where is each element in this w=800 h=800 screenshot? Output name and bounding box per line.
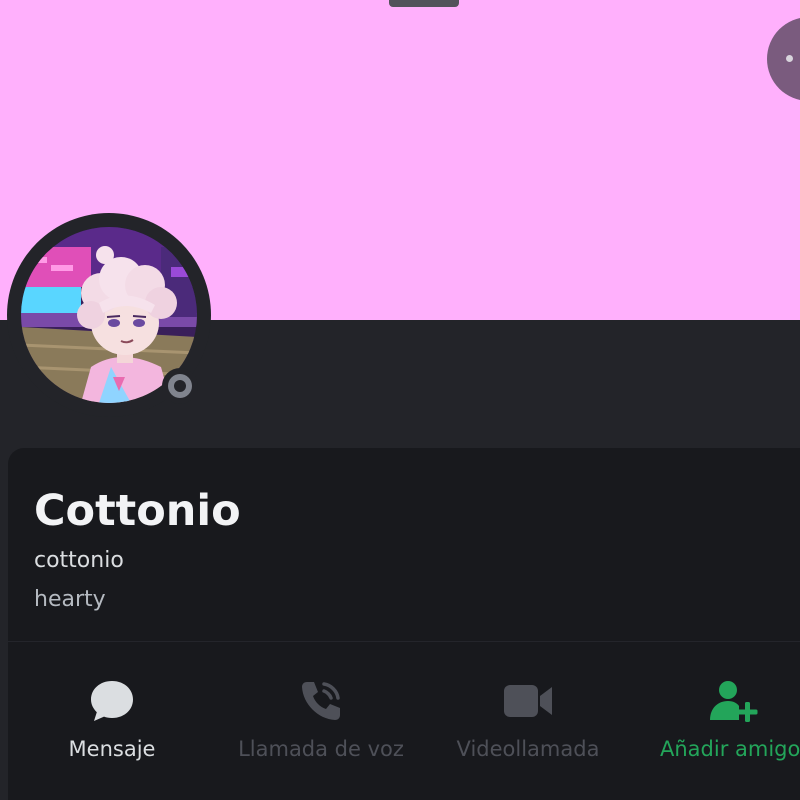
offline-status-icon bbox=[168, 374, 192, 398]
video-call-label: Videollamada bbox=[456, 737, 600, 761]
more-dots-icon bbox=[786, 55, 793, 62]
user-profile-sheet: Cottonio cottonio hearty Mensaje Llamada… bbox=[0, 0, 800, 800]
message-button[interactable]: Mensaje bbox=[40, 678, 184, 778]
voice-call-button[interactable]: Llamada de voz bbox=[222, 678, 420, 778]
sheet-drag-handle[interactable] bbox=[389, 0, 459, 7]
display-name: Cottonio bbox=[34, 486, 241, 536]
avatar-container[interactable] bbox=[7, 213, 211, 417]
voice-call-label: Llamada de voz bbox=[238, 737, 404, 761]
video-camera-icon bbox=[504, 685, 552, 717]
message-bubble-icon bbox=[91, 681, 133, 721]
username: cottonio bbox=[34, 548, 124, 573]
phone-icon bbox=[302, 682, 340, 720]
pronouns: hearty bbox=[34, 587, 106, 612]
add-friend-icon bbox=[710, 681, 758, 722]
video-call-button[interactable]: Videollamada bbox=[440, 678, 616, 778]
divider bbox=[8, 641, 800, 642]
message-label: Mensaje bbox=[68, 737, 156, 761]
add-friend-label: Añadir amigo bbox=[660, 737, 800, 761]
add-friend-button[interactable]: Añadir amigo bbox=[646, 678, 800, 778]
status-badge bbox=[162, 368, 198, 404]
